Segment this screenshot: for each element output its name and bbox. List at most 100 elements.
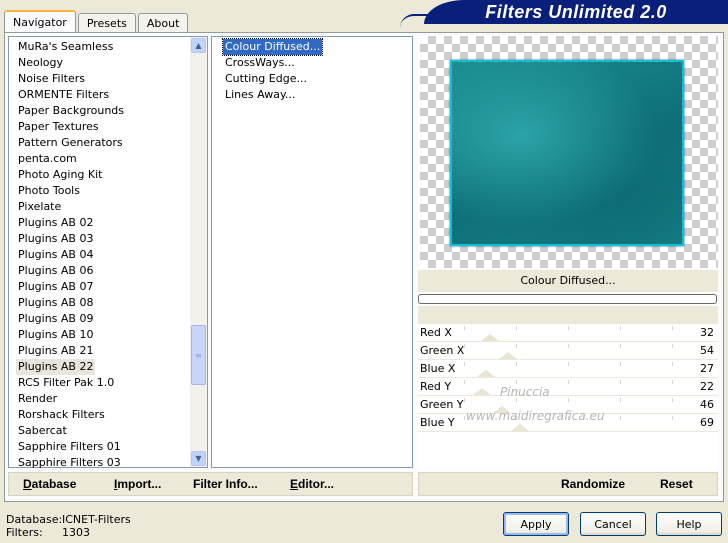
slider-tick [464,380,465,384]
tab-strip: Navigator Presets About [4,10,190,32]
slider-tick [620,344,621,348]
editor-link-label: ditor... [298,477,335,491]
editor-link[interactable]: Editor... [290,477,334,491]
category-item[interactable]: ORMENTE Filters [16,87,111,103]
slider-tick [464,362,465,366]
category-item[interactable]: Plugins AB 21 [16,343,95,359]
preview-area[interactable] [420,36,718,268]
tab-presets[interactable]: Presets [77,13,136,32]
filter-item[interactable]: Colour Diffused... [221,38,324,56]
category-item[interactable]: Noise Filters [16,71,87,87]
category-item[interactable]: Plugins AB 03 [16,231,95,247]
category-item[interactable]: Render [16,391,59,407]
database-toolbar: Database Import... Filter Info... Editor… [8,472,413,496]
slider-tick [516,344,517,348]
category-item[interactable]: Sapphire Filters 01 [16,439,123,455]
category-item[interactable]: Sapphire Filters 03 [16,455,123,471]
category-item[interactable]: Photo Aging Kit [16,167,104,183]
filter-item[interactable]: CrossWays... [223,55,297,71]
filter-item[interactable]: Cutting Edge... [223,71,309,87]
watermark: Pinuccia www.maidiregrafica.eu [466,380,605,428]
scroll-thumb[interactable]: ≡ [191,325,206,385]
category-scrollbar[interactable]: ▲ ≡ ▼ [190,37,207,467]
category-item[interactable]: Plugins AB 02 [16,215,95,231]
category-item[interactable]: Plugins AB 22 [16,359,96,375]
slider-tick [672,398,673,402]
category-item[interactable]: Pattern Generators [16,135,125,151]
editor-link-mnemonic: E [290,477,299,491]
import-link[interactable]: Import... [114,477,161,491]
selected-filter-name: Colour Diffused... [418,270,718,292]
category-item[interactable]: Plugins AB 04 [16,247,95,263]
parameter-slider[interactable]: Red X 32 [418,324,718,342]
slider-thumb[interactable] [481,334,500,341]
slider-header [418,306,718,326]
cancel-button[interactable]: Cancel [580,512,646,536]
slider-tick [672,326,673,330]
parameter-label: Green Y [420,398,464,411]
import-link-label: mport... [117,477,162,491]
slider-tick [464,326,465,330]
slider-tick [620,398,621,402]
filter-info-link[interactable]: Filter Info... [193,477,258,491]
category-item[interactable]: Pixelate [16,199,63,215]
scroll-down-icon[interactable]: ▼ [191,451,206,466]
preview-image [450,60,684,246]
category-item[interactable]: Plugins AB 08 [16,295,95,311]
slider-thumb[interactable] [477,370,496,377]
database-link[interactable]: Database [23,477,76,491]
tab-navigator[interactable]: Navigator [4,10,76,32]
category-list[interactable]: MuRa's Seamless Neology Noise Filters ORMEN… [8,36,208,471]
slider-thumb[interactable] [499,352,518,359]
parameter-slider[interactable]: Green X 54 [418,342,718,360]
tab-about[interactable]: About [137,13,189,32]
category-item[interactable]: penta.com [16,151,79,167]
slider-tick [464,398,465,402]
category-item[interactable]: Plugins AB 09 [16,311,95,327]
slider-tick [620,416,621,420]
filter-list[interactable]: Colour Diffused... CrossWays... Cutting Ed… [211,36,413,468]
reset-link[interactable]: Reset [660,477,693,491]
help-button[interactable]: Help [656,512,722,536]
slider-tick [672,416,673,420]
slider-tick [672,362,673,366]
slider-tick [620,380,621,384]
category-item[interactable]: Sabercat [16,423,69,439]
parameter-value: 69 [700,416,714,429]
watermark-url: www.maidiregrafica.eu [466,409,605,423]
apply-button[interactable]: Apply [503,512,569,536]
category-item[interactable]: MuRa's Seamless [16,39,115,55]
category-item[interactable]: Plugins AB 07 [16,279,95,295]
category-item[interactable]: Plugins AB 06 [16,263,95,279]
category-item[interactable]: Plugins AB 10 [16,327,95,343]
slider-tick [672,344,673,348]
category-item[interactable]: RCS Filter Pak 1.0 [16,375,116,391]
filter-item[interactable]: Lines Away... [223,87,297,103]
slider-tick [620,362,621,366]
database-label: Database: [6,513,63,526]
database-value: ICNET-Filters [62,513,131,526]
parameter-label: Green X [420,344,465,357]
parameter-value: 22 [700,380,714,393]
slider-tick [516,326,517,330]
slider-tick [568,344,569,348]
category-item[interactable]: Rorshack Filters [16,407,107,423]
category-item[interactable]: Photo Tools [16,183,82,199]
category-item[interactable]: Paper Backgrounds [16,103,126,119]
filters-label: Filters: [6,526,43,539]
status-info: Database:ICNET-Filters Filters: 1303 [6,513,131,539]
filter-info-link-label: Filter Info... [193,477,258,491]
randomize-link[interactable]: Randomize [561,477,625,491]
category-item[interactable]: Paper Textures [16,119,101,135]
scroll-up-icon[interactable]: ▲ [191,38,206,53]
database-link-label: atabase [31,477,77,491]
category-item[interactable]: Neology [16,55,65,71]
parameter-slider[interactable]: Blue X 27 [418,360,718,378]
parameter-label: Red X [420,326,452,339]
watermark-name: Pinuccia [500,385,550,399]
parameter-label: Blue Y [420,416,455,429]
parameter-value: 27 [700,362,714,375]
slider-tick [516,362,517,366]
progress-bar [418,294,717,304]
filters-count: 1303 [62,526,90,539]
